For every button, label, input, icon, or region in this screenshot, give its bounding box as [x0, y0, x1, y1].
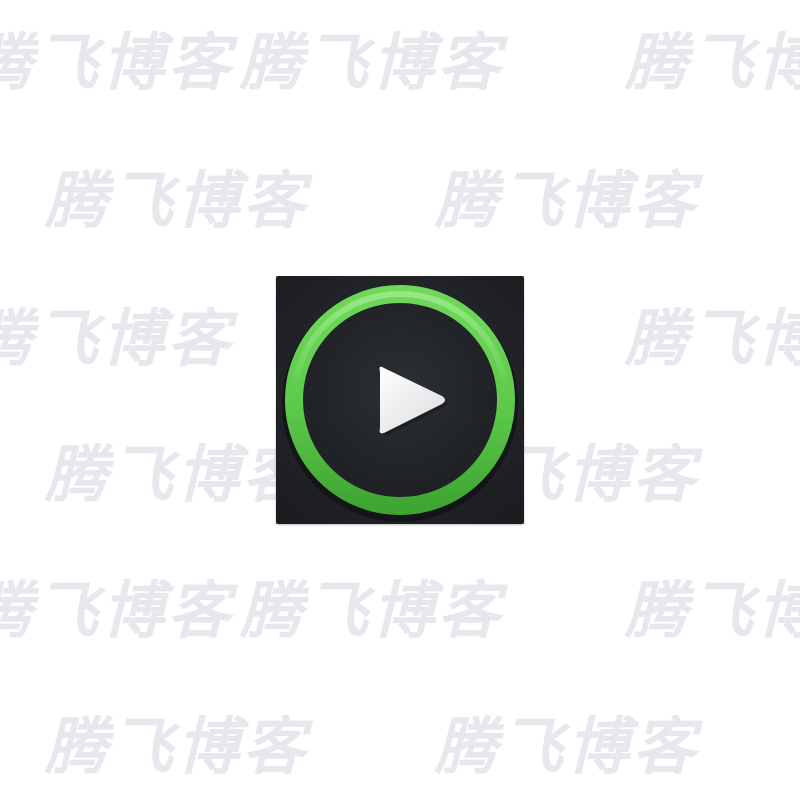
- watermark-text: 腾飞博客: [435, 710, 700, 783]
- play-icon[interactable]: [276, 276, 524, 524]
- watermark-text: 腾飞博客: [240, 26, 505, 99]
- watermark-text: 腾飞博客: [625, 26, 800, 99]
- page-canvas: 腾飞博客 腾飞博客 腾飞博客 腾飞博客 腾飞博客 腾飞博客 腾飞博客 腾飞博客 …: [0, 0, 800, 800]
- watermark-text: 腾飞博客: [0, 574, 235, 647]
- watermark-text: 腾飞博客: [625, 302, 800, 375]
- watermark-text: 腾飞博客: [45, 438, 310, 511]
- watermark-text: 腾飞博客: [45, 710, 310, 783]
- watermark-text: 腾飞博客: [240, 574, 505, 647]
- play-app-icon[interactable]: [276, 276, 524, 524]
- watermark-text: 腾飞博客: [0, 302, 235, 375]
- watermark-text: 腾飞博客: [625, 574, 800, 647]
- watermark-text: 腾飞博客: [0, 26, 235, 99]
- watermark-text: 腾飞博客: [435, 164, 700, 237]
- watermark-text: 腾飞博客: [45, 164, 310, 237]
